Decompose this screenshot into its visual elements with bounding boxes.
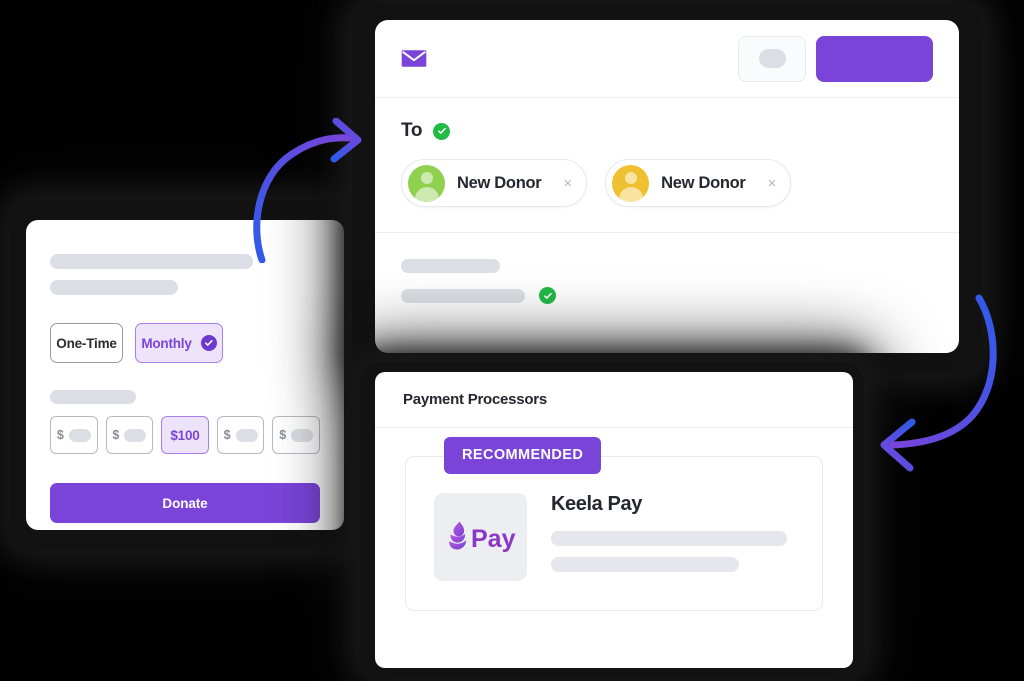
- recipient-name: New Donor: [661, 173, 746, 192]
- payment-card-header: Payment Processors: [375, 372, 853, 428]
- button-label-placeholder: [758, 49, 786, 68]
- verified-check-icon: [433, 122, 451, 140]
- donate-button[interactable]: Donate: [50, 483, 320, 523]
- payment-processors-card: Payment Processors RECOMMENDED Pay Keela…: [375, 372, 853, 668]
- primary-action-button[interactable]: [816, 35, 933, 82]
- currency-symbol: $: [223, 428, 231, 442]
- body-placeholder: [401, 288, 525, 303]
- amount-placeholder: [124, 428, 147, 442]
- svg-text:Pay: Pay: [471, 525, 516, 553]
- processor-name: Keela Pay: [551, 493, 642, 515]
- currency-symbol: $: [56, 428, 64, 442]
- keela-pay-logo: Pay: [434, 493, 527, 581]
- email-card-body: To New Donor × New Donor ×: [375, 98, 959, 207]
- amount-label: $100: [170, 427, 200, 443]
- avatar: [612, 164, 650, 202]
- amount-option-1[interactable]: $: [50, 416, 98, 454]
- email-composer-card: To New Donor × New Donor ×: [375, 20, 959, 353]
- amount-placeholder: [235, 428, 258, 442]
- recipient-name: New Donor: [457, 173, 542, 192]
- amount-option-group: $ $ $100 $ $: [50, 416, 320, 454]
- frequency-option-label: One-Time: [56, 335, 117, 351]
- email-header-actions: [738, 35, 933, 82]
- email-card-footer: [375, 232, 959, 304]
- amount-option-4[interactable]: $: [216, 416, 265, 454]
- amount-option-2[interactable]: $: [105, 416, 154, 454]
- avatar: [408, 164, 445, 202]
- secondary-action-button[interactable]: [738, 35, 806, 82]
- donation-subtitle-placeholder: [50, 280, 178, 295]
- currency-symbol: $: [279, 428, 287, 442]
- processor-details: Keela Pay: [551, 493, 787, 572]
- frequency-option-one-time[interactable]: One-Time: [50, 323, 123, 363]
- donation-title-placeholder: [50, 254, 253, 269]
- envelope-icon: [401, 49, 427, 68]
- processor-description-placeholder: [551, 557, 739, 572]
- amount-placeholder: [291, 428, 314, 442]
- currency-symbol: $: [112, 428, 120, 442]
- amount-option-5[interactable]: $: [272, 416, 320, 454]
- subject-placeholder: [401, 259, 500, 273]
- to-field-row: To: [401, 120, 933, 142]
- amount-placeholder: [68, 428, 91, 442]
- status-badge: RECOMMENDED: [444, 437, 602, 474]
- frequency-toggle-group: One-Time Monthly: [50, 323, 320, 363]
- donation-card: One-Time Monthly $ $ $100 $ $ Donate: [26, 220, 344, 530]
- recipient-chip[interactable]: New Donor ×: [605, 159, 792, 207]
- verified-check-icon: [539, 287, 556, 304]
- processor-description-placeholder: [551, 531, 787, 546]
- email-card-header: [375, 20, 959, 98]
- amount-label-placeholder: [50, 390, 136, 404]
- page-title: Payment Processors: [403, 391, 547, 408]
- to-label: To: [401, 120, 423, 141]
- keela-droplet-icon: Pay: [448, 521, 516, 553]
- screenshot-stage: One-Time Monthly $ $ $100 $ $ Donate To …: [0, 0, 1024, 681]
- frequency-option-label: Monthly: [141, 335, 192, 351]
- amount-option-100[interactable]: $100: [161, 416, 209, 454]
- remove-recipient-icon[interactable]: ×: [563, 176, 572, 191]
- remove-recipient-icon[interactable]: ×: [768, 176, 777, 191]
- check-circle-icon: [200, 335, 217, 351]
- frequency-option-monthly[interactable]: Monthly: [135, 323, 223, 363]
- recipient-chip-list: New Donor × New Donor ×: [401, 159, 933, 207]
- recipient-chip[interactable]: New Donor ×: [401, 159, 588, 207]
- processor-option[interactable]: RECOMMENDED Pay Keela Pay: [405, 437, 823, 611]
